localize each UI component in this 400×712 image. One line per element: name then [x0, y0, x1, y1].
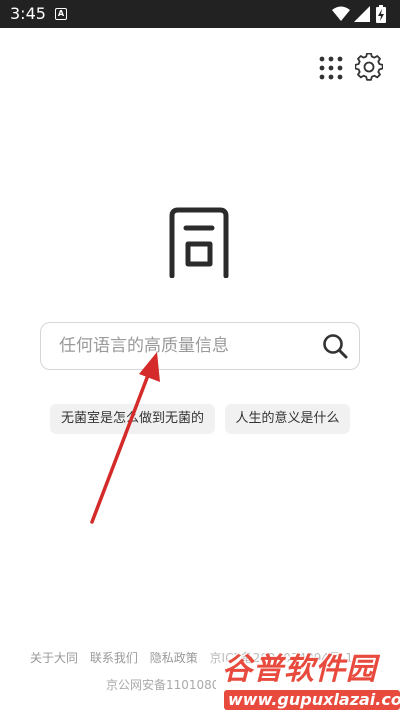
system-icons: [332, 5, 392, 23]
suggestion-chip[interactable]: 无菌室是怎么做到无菌的: [50, 404, 215, 434]
suggestion-chip[interactable]: 人生的意义是什么: [225, 404, 350, 434]
watermark: 谷普软件园 www.gupuxlazai.com: [222, 650, 400, 712]
footer-police-record[interactable]: 京公网安备1101080: [106, 676, 216, 694]
footer-link-about[interactable]: 关于大同: [30, 651, 78, 665]
wifi-icon: [332, 6, 350, 21]
search-box: [40, 322, 360, 370]
logo: [166, 206, 232, 279]
search-button[interactable]: [321, 332, 349, 360]
status-time: 3:45: [10, 4, 46, 23]
watermark-url: www.gupuxlazai.com: [224, 690, 400, 710]
battery-icon: [376, 5, 386, 23]
search-icon: [323, 334, 348, 359]
notification-icon: A: [55, 8, 67, 20]
grid-icon: [319, 56, 343, 80]
footer-link-privacy[interactable]: 隐私政策: [150, 651, 198, 665]
settings-button[interactable]: [354, 52, 384, 81]
watermark-title: 谷普软件园: [222, 652, 377, 687]
status-bar: 3:45 A: [0, 0, 400, 28]
apps-grid-button[interactable]: [318, 55, 344, 81]
search-input[interactable]: [59, 323, 309, 369]
signal-icon: [354, 6, 370, 22]
logo-glyph: [169, 207, 229, 279]
gear-icon: [354, 52, 384, 81]
footer-link-contact[interactable]: 联系我们: [90, 651, 138, 665]
